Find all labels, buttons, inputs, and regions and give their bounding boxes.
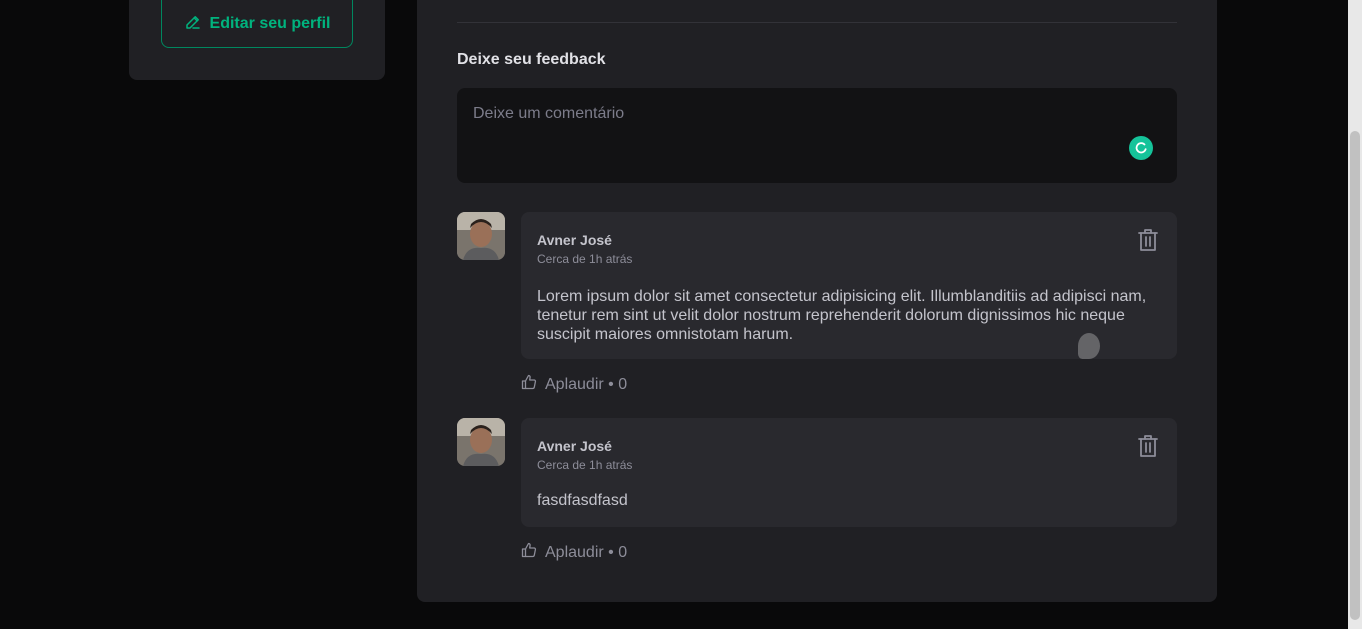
feedback-title: Deixe seu feedback [457, 51, 606, 68]
trash-icon [1137, 229, 1159, 255]
comment-bubble: Avner José Cerca de 1h atrás fasdfasdfas… [521, 418, 1177, 527]
comment-bubble: Avner José Cerca de 1h atrás Lorem ipsum… [521, 212, 1177, 359]
author-name: Avner José [537, 232, 612, 248]
mouse-cursor [1078, 333, 1100, 359]
thumbs-up-icon [521, 542, 537, 563]
scrollbar[interactable] [1348, 0, 1362, 629]
delete-comment-button[interactable] [1137, 434, 1159, 458]
page: Editar seu perfil Deixe seu feedback Dei… [0, 0, 1362, 629]
scrollbar-thumb[interactable] [1350, 131, 1360, 620]
comment-input[interactable]: Deixe um comentário [457, 88, 1177, 183]
comment-text: Lorem ipsum dolor sit amet consectetur a… [537, 288, 1147, 343]
applaud-label: Aplaudir • 0 [545, 543, 628, 561]
edit-profile-label: Editar seu perfil [209, 15, 331, 32]
thumbs-up-icon [521, 374, 537, 395]
avatar[interactable] [457, 418, 505, 466]
avatar[interactable] [457, 212, 505, 260]
edit-profile-button[interactable]: Editar seu perfil [161, 0, 353, 48]
pencil-icon [184, 13, 202, 36]
comment-placeholder: Deixe um comentário [473, 105, 625, 122]
delete-comment-button[interactable] [1137, 228, 1159, 252]
grammarly-icon[interactable] [1129, 136, 1153, 160]
comment-text: fasdfasdfasd [537, 492, 628, 509]
applaud-label: Aplaudir • 0 [545, 375, 628, 393]
profile-sidebar: Editar seu perfil [129, 0, 385, 80]
comment-time: Cerca de 1h atrás [537, 252, 633, 266]
trash-icon [1137, 435, 1159, 461]
applaud-button[interactable]: Aplaudir • 0 [521, 542, 627, 563]
divider [457, 22, 1177, 23]
applaud-button[interactable]: Aplaudir • 0 [521, 374, 627, 395]
author-name: Avner José [537, 438, 612, 454]
post-card: Deixe seu feedback Deixe um comentário A… [417, 0, 1217, 602]
comment-time: Cerca de 1h atrás [537, 458, 633, 472]
